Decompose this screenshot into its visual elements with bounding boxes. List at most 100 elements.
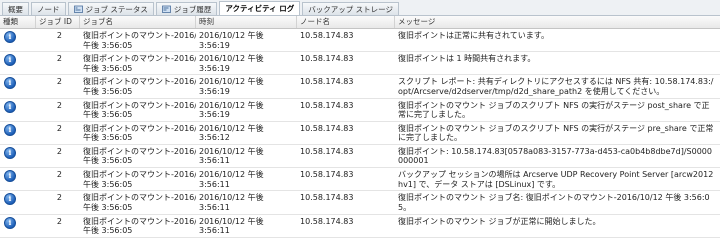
info-icon: i: [4, 31, 16, 43]
row-job-id: 2: [56, 123, 62, 133]
tab-backup-storage[interactable]: バックアップ ストレージ: [302, 2, 399, 15]
row-job-id: 2: [56, 54, 62, 64]
tab-label: バックアップ ストレージ: [308, 4, 393, 14]
row-job-name: 復旧ポイントのマウント-2016/10/12午後 3:56:05: [80, 52, 196, 73]
job-name-line-2: 午後 3:56:05: [83, 110, 133, 120]
column-header-node[interactable]: ノード名: [297, 16, 395, 28]
row-node: 10.58.174.83: [300, 54, 354, 64]
row-time: 2016/10/12 午後 3:56:11: [199, 193, 264, 212]
tab-label: アクティビティ ログ: [225, 4, 295, 13]
row-job-name: 復旧ポイントのマウント-2016/10/12午後 3:56:05: [80, 75, 196, 96]
table-row[interactable]: i 2 復旧ポイントのマウント-2016/10/12午後 3:56:05 201…: [0, 99, 720, 122]
row-time: 2016/10/12 午後 3:56:19: [199, 54, 264, 73]
job-name-line-1: 復旧ポイントのマウント-2016/10/12: [83, 216, 196, 226]
info-icon: i: [4, 100, 16, 113]
row-node: 10.58.174.83: [300, 216, 354, 226]
info-icon: i: [4, 77, 16, 90]
row-type-cell: i: [0, 168, 36, 183]
row-job-id: 2: [56, 193, 62, 203]
table-row[interactable]: i 2 復旧ポイントのマウント-2016/10/12午後 3:56:05 201…: [0, 215, 720, 238]
row-type-cell: i: [0, 75, 36, 90]
tab-nodes[interactable]: ノード: [31, 2, 66, 15]
job-name-line-1: 復旧ポイントのマウント-2016/10/12: [83, 123, 196, 133]
row-job-id: 2: [56, 100, 62, 110]
row-job-id: 2: [56, 31, 62, 40]
job-name-line-2: 午後 3:56:05: [83, 226, 133, 235]
table-row[interactable]: i 2 復旧ポイントのマウント-2016/10/12午後 3:56:05 201…: [0, 52, 720, 76]
column-header-message[interactable]: メッセージ: [395, 16, 720, 28]
tab-job-history[interactable]: ジョブ履歴: [155, 2, 218, 15]
job-name-line-2: 午後 3:56:05: [83, 133, 133, 143]
job-name-line-2: 午後 3:56:05: [83, 63, 133, 73]
row-time: 2016/10/12 午後 3:56:11: [199, 146, 264, 166]
tab-activity-log[interactable]: アクティビティ ログ: [219, 1, 301, 15]
row-type-cell: i: [0, 52, 36, 67]
row-message: 復旧ポイントのマウント ジョブが正常に開始しました。: [398, 216, 601, 226]
tab-label: ノード: [37, 4, 60, 14]
job-name-line-1: 復旧ポイントのマウント-2016/10/12: [83, 31, 196, 40]
row-job-name: 復旧ポイントのマウント-2016/10/12午後 3:56:05: [80, 99, 196, 120]
job-name-line-2: 午後 3:56:05: [83, 40, 133, 50]
row-time: 2016/10/12 午後 3:56:19: [199, 31, 264, 50]
job-name-line-1: 復旧ポイントのマウント-2016/10/12: [83, 77, 196, 87]
column-header-time[interactable]: 時刻: [196, 16, 297, 28]
row-time: 2016/10/12 午後 3:56:19: [199, 100, 264, 120]
tab-bar: 概要 ノード ジョブ ステータス ジョブ履歴 アクティビティ ログ バックアップ…: [0, 0, 720, 16]
row-message: バックアップ セッションの場所は Arcserve UDP Recovery P…: [398, 170, 714, 189]
row-node: 10.58.174.83: [300, 77, 354, 87]
info-icon: i: [4, 54, 16, 67]
table-row[interactable]: i 2 復旧ポイントのマウント-2016/10/12午後 3:56:05 201…: [0, 29, 720, 53]
row-job-id: 2: [56, 146, 62, 156]
table-row[interactable]: i 2 復旧ポイントのマウント-2016/10/12午後 3:56:05 201…: [0, 168, 720, 192]
row-node: 10.58.174.83: [300, 170, 354, 180]
job-name-line-2: 午後 3:56:05: [83, 86, 133, 96]
grid-header: 種類 ジョブ ID ジョブ名 時刻 ノード名 メッセージ: [0, 16, 720, 29]
row-time: 2016/10/12 午後 3:56:19: [199, 77, 264, 96]
row-message: 復旧ポイントは 1 時間共有されます。: [398, 54, 536, 64]
job-history-icon: [161, 5, 171, 13]
job-name-line-1: 復旧ポイントのマウント-2016/10/12: [83, 193, 196, 203]
info-icon: i: [4, 216, 16, 229]
row-job-name: 復旧ポイントのマウント-2016/10/12午後 3:56:05: [80, 145, 196, 166]
job-name-line-2: 午後 3:56:05: [83, 202, 133, 212]
column-header-job-id[interactable]: ジョブ ID: [36, 16, 80, 28]
info-icon: i: [4, 170, 16, 183]
table-row[interactable]: i 2 復旧ポイントのマウント-2016/10/12午後 3:56:05 201…: [0, 191, 720, 215]
row-job-id: 2: [56, 77, 62, 87]
column-header-type[interactable]: 種類: [0, 16, 36, 28]
row-job-name: 復旧ポイントのマウント-2016/10/12午後 3:56:05: [80, 215, 196, 236]
row-type-cell: i: [0, 29, 36, 43]
table-row[interactable]: i 2 復旧ポイントのマウント-2016/10/12午後 3:56:05 201…: [0, 122, 720, 145]
job-name-line-2: 午後 3:56:05: [83, 179, 133, 189]
tab-label: ジョブ ステータス: [85, 4, 148, 14]
row-type-cell: i: [0, 99, 36, 113]
job-name-line-1: 復旧ポイントのマウント-2016/10/12: [83, 170, 196, 180]
row-node: 10.58.174.83: [300, 123, 354, 133]
row-node: 10.58.174.83: [300, 193, 354, 203]
table-row[interactable]: i 2 復旧ポイントのマウント-2016/10/12午後 3:56:05 201…: [0, 145, 720, 169]
row-job-name: 復旧ポイントのマウント-2016/10/12午後 3:56:05: [80, 168, 196, 189]
job-name-line-1: 復旧ポイントのマウント-2016/10/12: [83, 54, 196, 64]
row-type-cell: i: [0, 145, 36, 159]
tab-label: ジョブ履歴: [173, 4, 212, 14]
info-icon: i: [4, 123, 16, 136]
row-node: 10.58.174.83: [300, 146, 354, 156]
row-job-name: 復旧ポイントのマウント-2016/10/12午後 3:56:05: [80, 29, 196, 50]
row-message: 復旧ポイントは正常に共有されています。: [398, 31, 549, 40]
row-message: 復旧ポイントのマウント ジョブ名: 復旧ポイントのマウント-2016/10/12…: [398, 193, 710, 212]
column-header-job-name[interactable]: ジョブ名: [80, 16, 196, 28]
row-time: 2016/10/12 午後 3:56:11: [199, 170, 264, 189]
row-message: 復旧ポイントのマウント ジョブのスクリプト NFS の実行がステージ pre_s…: [398, 123, 714, 143]
row-time: 2016/10/12 午後 3:56:12: [199, 123, 264, 143]
row-job-id: 2: [56, 216, 62, 226]
row-node: 10.58.174.83: [300, 100, 354, 110]
info-icon: i: [4, 193, 16, 206]
row-job-name: 復旧ポイントのマウント-2016/10/12午後 3:56:05: [80, 122, 196, 143]
table-row[interactable]: i 2 復旧ポイントのマウント-2016/10/12午後 3:56:05 201…: [0, 75, 720, 99]
tab-overview[interactable]: 概要: [2, 2, 29, 15]
info-icon: i: [4, 146, 16, 159]
tab-label: 概要: [8, 4, 23, 14]
activity-log-grid: 種類 ジョブ ID ジョブ名 時刻 ノード名 メッセージ i 2 復旧ポイントの…: [0, 16, 720, 238]
row-node: 10.58.174.83: [300, 31, 354, 40]
tab-job-status[interactable]: ジョブ ステータス: [67, 2, 154, 15]
